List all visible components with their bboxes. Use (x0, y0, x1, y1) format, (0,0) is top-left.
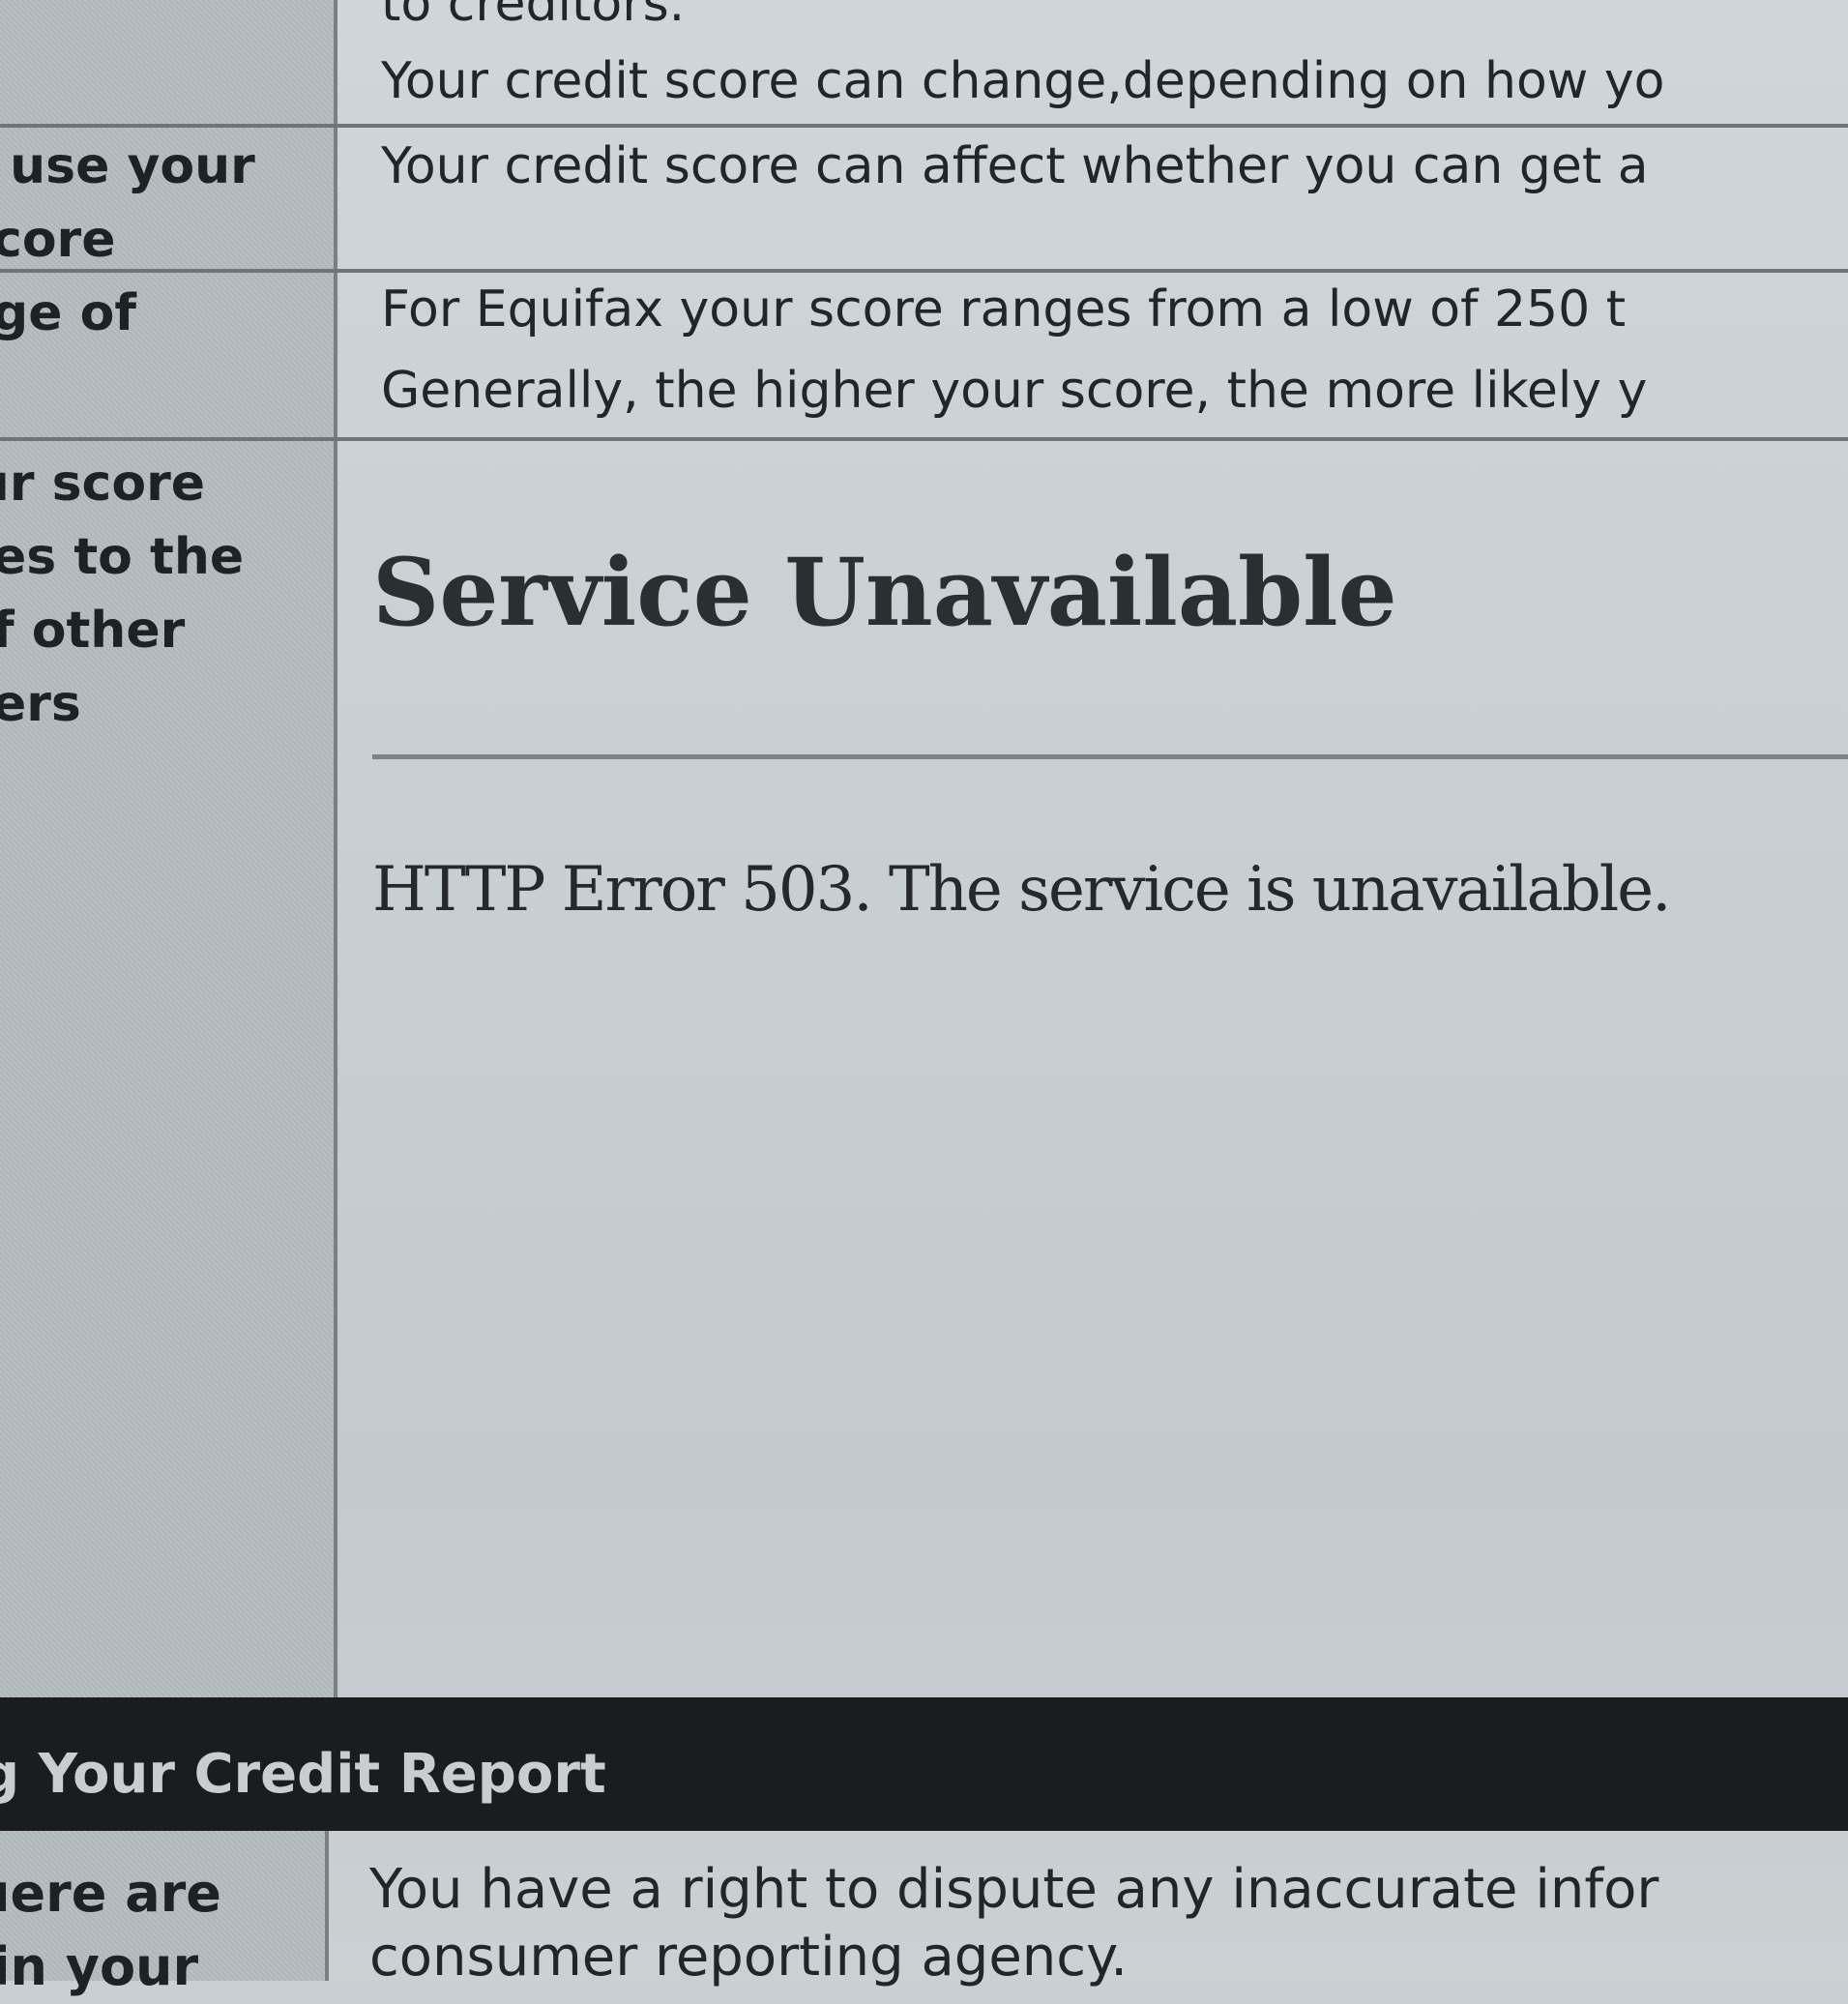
error-message: HTTP Error 503. The service is unavailab… (372, 854, 1671, 926)
document-page: to creditors. Your credit score can chan… (0, 0, 1848, 1997)
row-text: Your credit score can affect whether you… (381, 137, 1649, 195)
row-divider (0, 437, 1848, 441)
row-label: use your core (0, 137, 255, 269)
row-text: to creditors. (381, 0, 686, 33)
row-text: Your credit score can change,depending o… (381, 52, 1665, 110)
section-title: g Your Credit Report (0, 1743, 606, 1806)
row-label: ıere are in your (0, 1863, 221, 1997)
content-clip: to creditors. Your credit score can chan… (337, 0, 1848, 1981)
row-divider (0, 124, 1848, 128)
error-title: Service Unavailable (372, 538, 1397, 647)
row-label: ır score es to the f other ers (0, 455, 245, 733)
row-text: Generally, the higher your score, the mo… (381, 362, 1648, 420)
row-text: consumer reporting agency. (369, 1926, 1129, 1989)
row-label: ge of (0, 284, 136, 342)
error-divider (372, 754, 1848, 759)
row-text: For Equifax your score ranges from a low… (381, 280, 1627, 339)
